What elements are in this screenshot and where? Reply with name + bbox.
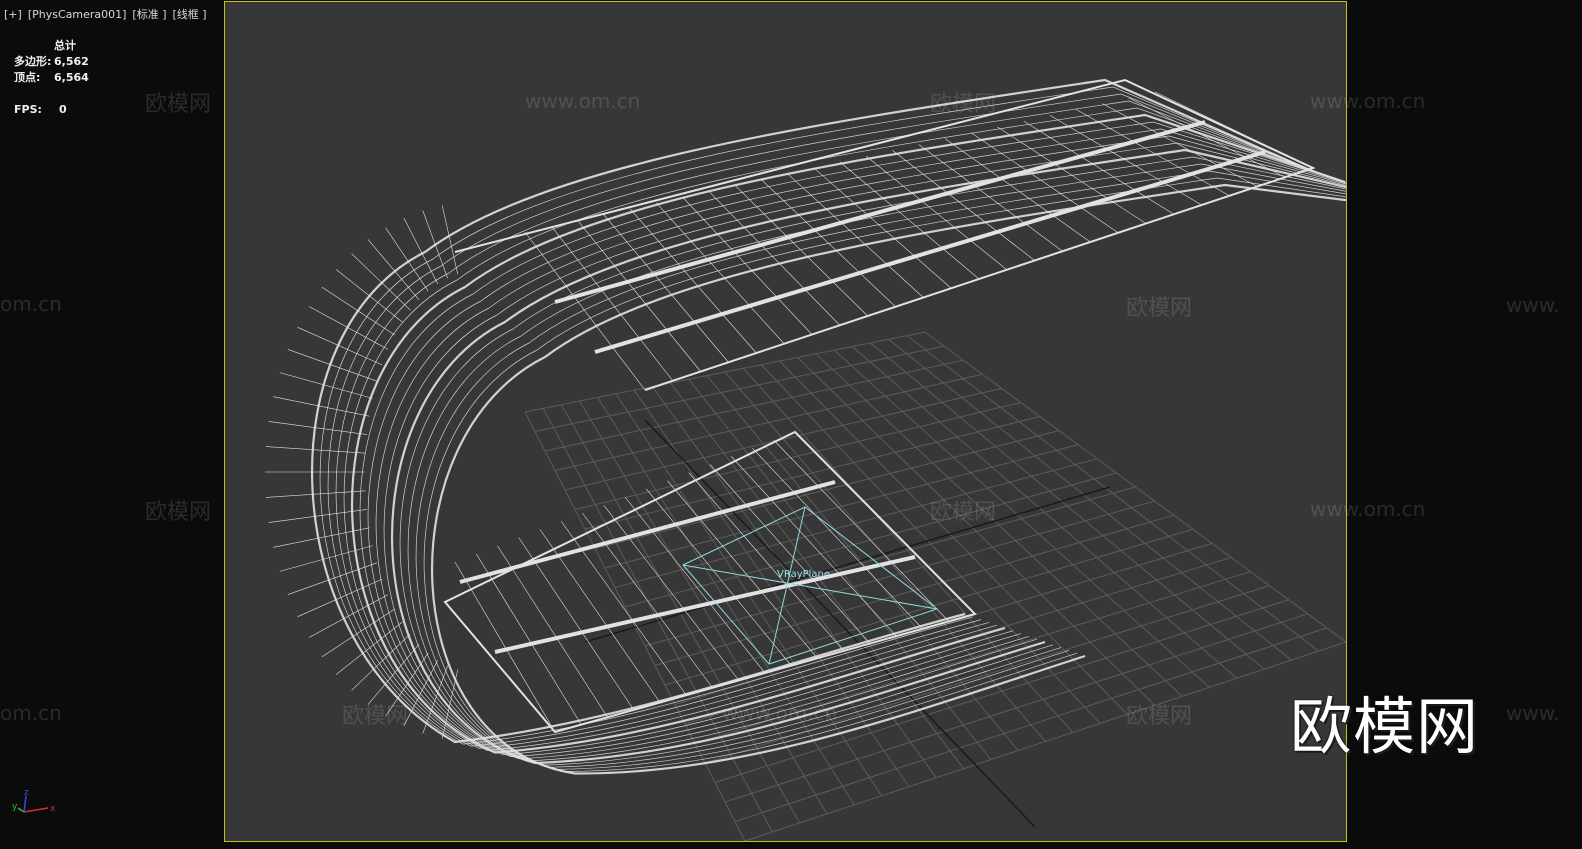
vrayplane-label: VRayPlane: [777, 569, 831, 580]
wireframe-scene[interactable]: [225, 2, 1346, 841]
viewport-shading-wireframe[interactable]: [线框 ]: [173, 8, 207, 21]
brand-logo: 欧模网: [1290, 690, 1480, 763]
axis-x-label: x: [50, 804, 56, 814]
axis-tripod-icon: x z y: [12, 788, 56, 814]
watermark-brand: 欧模网: [145, 500, 212, 525]
viewport-label-bar: [+] [PhysCamera001] [标准 ] [线框 ]: [4, 6, 213, 22]
axis-z-label: z: [24, 788, 29, 798]
polygons-value: 6,562: [54, 55, 89, 68]
vrayplane-gizmo[interactable]: [682, 506, 939, 665]
watermark-url-prefix: www.: [1506, 701, 1560, 725]
watermark-brand: 欧模网: [145, 92, 212, 117]
grid-axis-lines: [584, 419, 1111, 828]
watermark-url-partial: om.cn: [0, 701, 62, 725]
scene-statistics: 总计 多边形: 6,562 顶点: 6,564 FPS: 0: [14, 38, 89, 118]
vertices-value: 6,564: [54, 71, 89, 84]
desk-wireframe-mesh[interactable]: [265, 78, 1346, 775]
viewport-shading-standard[interactable]: [标准 ]: [132, 8, 166, 21]
stats-total-header: 总计: [54, 39, 76, 52]
viewport-menu-plus[interactable]: [+]: [4, 8, 22, 21]
ground-grid: [524, 331, 1346, 841]
axis-y-label: y: [12, 802, 18, 812]
watermark-url-prefix: www.: [1506, 293, 1560, 317]
watermark-url-partial: om.cn: [0, 292, 62, 316]
polygons-label: 多边形:: [14, 55, 52, 68]
vertices-label: 顶点:: [14, 71, 41, 84]
fps-label: FPS:: [14, 103, 42, 116]
fps-value: 0: [59, 103, 67, 116]
viewport-camera-menu[interactable]: [PhysCamera001]: [28, 8, 127, 21]
camera-viewport[interactable]: VRayPlane: [224, 1, 1347, 842]
